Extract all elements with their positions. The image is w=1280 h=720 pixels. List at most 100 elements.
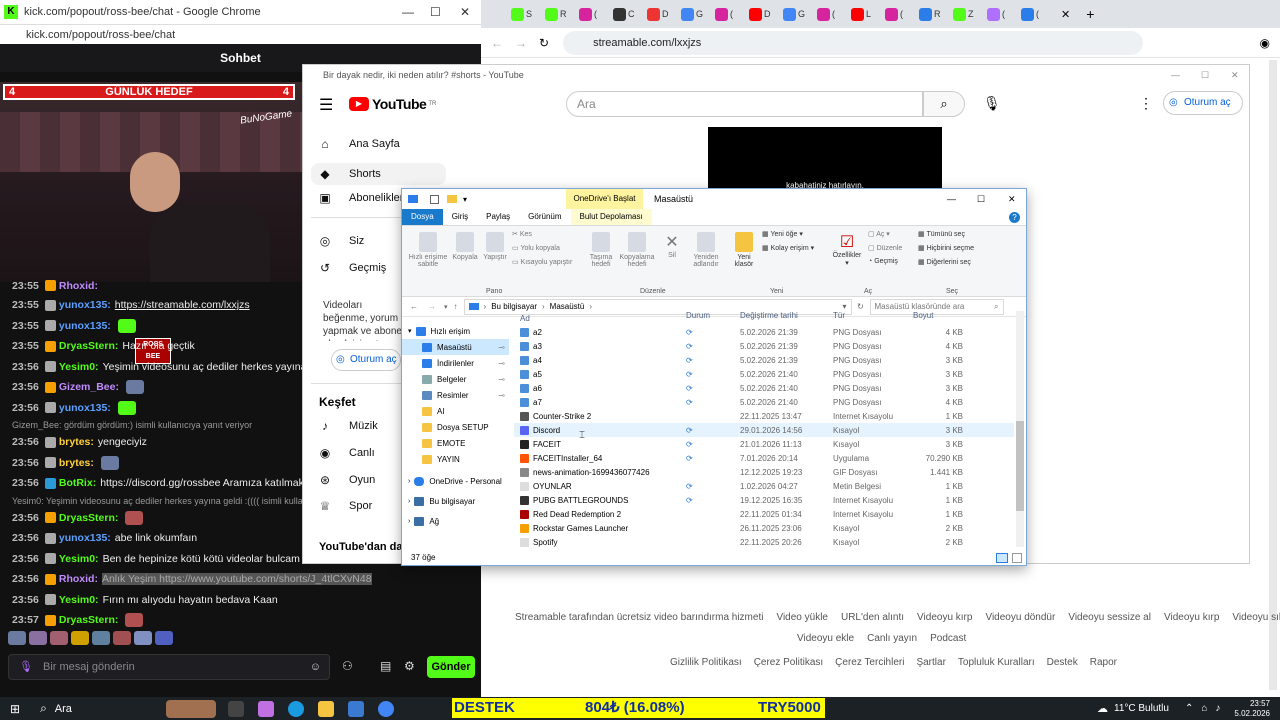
column-size[interactable]: Boyut <box>913 311 963 325</box>
footer-link[interactable]: Streamable tarafından ücretsiz video bar… <box>515 612 763 623</box>
tab-home[interactable]: Giriş <box>443 209 477 225</box>
recent-dropdown-icon[interactable]: ▾ <box>444 303 448 311</box>
footer-link[interactable]: Videoyu kırp <box>917 612 972 623</box>
nav-home[interactable]: ⌂ Ana Sayfa <box>317 137 399 151</box>
breadcrumb-desktop[interactable]: Masaüstü <box>550 302 585 311</box>
browser-tab[interactable]: ( <box>885 3 915 25</box>
paste-button[interactable]: Yapıştır <box>480 232 510 261</box>
sidebar-item-ai[interactable]: AI <box>402 403 509 419</box>
file-row[interactable]: Rockstar Games Launcher 26.11.2025 23:06 K… <box>514 521 1014 535</box>
file-row[interactable]: FACEIT ⟳ 21.01.2026 11:13 Kısayol 3 KB <box>514 437 1014 451</box>
youtube-search-input[interactable]: Ara <box>566 91 923 117</box>
chat-message-input[interactable]: 🎙 Bir mesaj gönderin ☺ <box>8 654 330 680</box>
minimize-icon[interactable]: — <box>1171 65 1180 85</box>
chat-link[interactable]: https://streamable.com/lxxjzs <box>115 299 250 311</box>
browser-tab[interactable]: L <box>851 3 881 25</box>
emote-icon[interactable] <box>155 631 173 645</box>
tab-cloud-storage[interactable]: Bulut Depolaması <box>570 209 652 225</box>
settings-gear-icon[interactable]: ⚙ <box>404 659 415 673</box>
sidebar-item-onedrive[interactable]: › OneDrive - Personal <box>402 473 509 489</box>
kick-address-bar[interactable]: kick.com/popout/ross-bee/chat <box>0 24 481 44</box>
file-row[interactable]: a2 ⟳ 5.02.2026 21:39 PNG Dosyası 4 KB <box>514 325 1014 339</box>
file-row[interactable]: a4 ⟳ 5.02.2026 21:39 PNG Dosyası 3 KB <box>514 353 1014 367</box>
chrome-icon[interactable] <box>377 700 394 717</box>
emote-icon[interactable] <box>92 631 110 645</box>
tab-file[interactable]: Dosya <box>402 209 443 225</box>
maximize-icon[interactable]: ☐ <box>430 0 441 24</box>
copy-path-button[interactable]: ▭ Yolu kopyala <box>512 244 560 252</box>
sidebar-item-network[interactable]: › Ağ <box>402 513 509 529</box>
footer-link[interactable]: Gizlilik Politikası <box>670 657 742 668</box>
menu-icon[interactable]: ☰ <box>319 95 333 115</box>
footer-link[interactable]: Canlı yayın <box>867 633 917 644</box>
points-icon[interactable]: ⚇ <box>342 659 353 673</box>
column-status[interactable]: Durum <box>686 311 740 325</box>
browser-tab[interactable]: ( <box>987 3 1017 25</box>
emote-icon[interactable] <box>8 631 26 645</box>
browser-tab[interactable]: R <box>545 3 575 25</box>
pin-quick-access-button[interactable]: Hızlı erişime sabitle <box>406 232 450 268</box>
nav-you[interactable]: ◎ Siz <box>317 234 365 248</box>
file-row[interactable]: FACEITInstaller_64 ⟳ 7.01.2026 20:14 Uygula… <box>514 451 1014 465</box>
shorts-video[interactable]: kabahatiniz hatırlayın. <box>708 127 942 191</box>
store-icon[interactable]: ▤ <box>380 659 391 673</box>
clock[interactable]: 23:57 5.02.2026 <box>1234 699 1270 719</box>
file-row[interactable]: PUBG BATTLEGROUNDS ⟳ 19.12.2025 16:35 Inter… <box>514 493 1014 507</box>
browser-tab[interactable]: ( <box>715 3 745 25</box>
footer-link[interactable]: Videoyu döndür <box>985 612 1055 623</box>
footer-link[interactable]: Rapor <box>1090 657 1117 668</box>
emote-icon[interactable] <box>71 631 89 645</box>
network-icon[interactable]: ⌂ <box>1201 703 1207 714</box>
emote-icon[interactable] <box>134 631 152 645</box>
scrollbar-thumb[interactable] <box>1016 421 1024 511</box>
details-view-icon[interactable] <box>996 553 1008 563</box>
browser-tab[interactable]: Z <box>953 3 983 25</box>
up-icon[interactable]: ↑ <box>454 302 458 311</box>
signin-button[interactable]: ◎ Oturum aç <box>1163 91 1243 115</box>
close-icon[interactable]: ✕ <box>1008 189 1016 209</box>
forward-icon[interactable]: → <box>428 302 436 311</box>
sidebar-item-emote[interactable]: EMOTE <box>402 435 509 451</box>
address-bar[interactable]: streamable.com/lxxjzs <box>563 30 1144 55</box>
microphone-icon[interactable]: 🎙 <box>19 655 33 679</box>
move-to-button[interactable]: Taşıma hedefi <box>586 232 616 268</box>
more-options-icon[interactable]: ⋮ <box>1139 95 1153 112</box>
file-row[interactable]: a7 ⟳ 5.02.2026 21:40 PNG Dosyası 4 KB <box>514 395 1014 409</box>
footer-link[interactable]: Videoyu sessize al <box>1068 612 1151 623</box>
copy-button[interactable]: Kopyala <box>452 232 478 261</box>
footer-link[interactable]: Şartlar <box>916 657 945 668</box>
breadcrumb-this-pc[interactable]: Bu bilgisayar <box>491 302 537 311</box>
help-icon[interactable]: ? <box>1009 211 1020 223</box>
microphone-icon[interactable]: 🎙 <box>983 95 1001 112</box>
browser-tab[interactable]: ( <box>579 3 609 25</box>
sidebar-item-documents[interactable]: Belgeler ⊸ <box>402 371 509 387</box>
file-row[interactable]: Spotify 22.11.2025 20:26 Kısayol 2 KB <box>514 535 1014 549</box>
store-icon[interactable] <box>347 700 364 717</box>
browser-tab[interactable]: ( <box>817 3 847 25</box>
sidebar-item-this-pc[interactable]: › Bu bilgisayar <box>402 493 509 509</box>
back-icon[interactable]: ← <box>410 302 418 311</box>
file-row[interactable]: a6 ⟳ 5.02.2026 21:40 PNG Dosyası 3 KB <box>514 381 1014 395</box>
volume-icon[interactable]: ♪ <box>1215 703 1220 714</box>
edge-icon[interactable] <box>287 700 304 717</box>
delete-button[interactable]: ✕ Sil <box>662 232 682 259</box>
sidebar-item-pictures[interactable]: Resimler ⊸ <box>402 387 509 403</box>
reload-icon[interactable]: ↻ <box>539 36 549 50</box>
sidebar-item-dosya-setup[interactable]: Dosya SETUP <box>402 419 509 435</box>
weather-text[interactable]: 11°C Bulutlu <box>1114 703 1169 714</box>
windows-start-icon[interactable]: ⊞ <box>10 702 20 716</box>
file-row[interactable]: OYUNLAR ⟳ 1.02.2026 04:27 Metin Belgesi 1 KB <box>514 479 1014 493</box>
nav-shorts[interactable]: ◆ Shorts <box>311 163 446 185</box>
open-button[interactable]: ▢ Aç ▾ <box>868 230 890 238</box>
edit-button[interactable]: ▢ Düzenle <box>868 244 902 252</box>
browser-tab[interactable]: D <box>749 3 779 25</box>
refresh-icon[interactable]: ↻ <box>854 302 868 311</box>
cut-button[interactable]: ✂ Kes <box>512 230 532 238</box>
footer-link[interactable]: Destek <box>1047 657 1078 668</box>
sidebar-signin-button[interactable]: ◎ Oturum aç <box>331 349 401 371</box>
rename-button[interactable]: Yeniden adlandır <box>686 232 726 268</box>
copy-to-button[interactable]: Kopyalama hedefi <box>618 232 656 268</box>
nav-gaming[interactable]: ⊛ Oyun <box>317 473 375 487</box>
paste-shortcut-button[interactable]: ▭ Kısayolu yapıştır <box>512 258 572 266</box>
nav-live[interactable]: ◉ Canlı <box>317 446 375 460</box>
